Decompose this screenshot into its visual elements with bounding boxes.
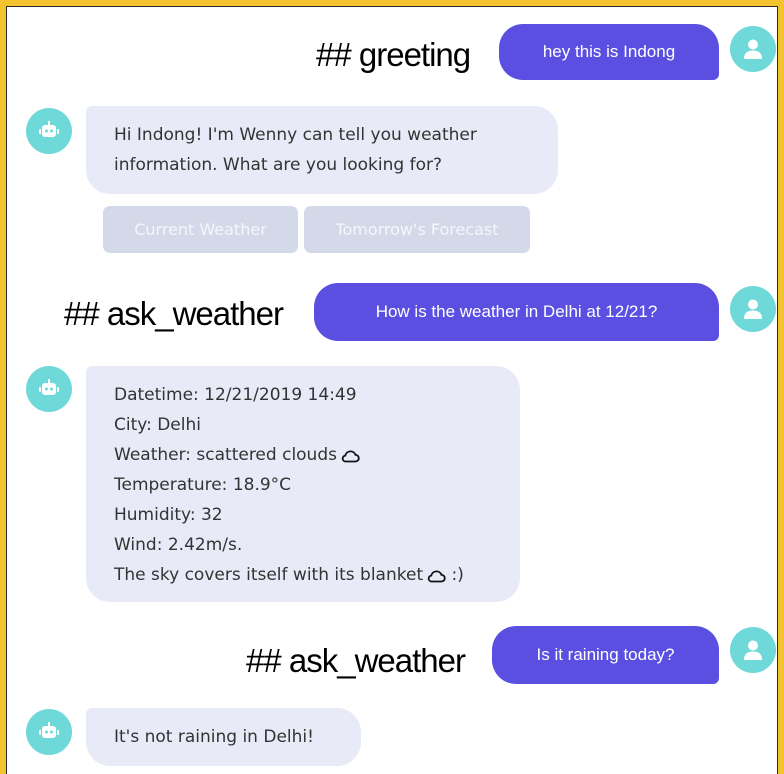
user-message-bubble: How is the weather in Delhi at 12/21?: [314, 283, 719, 341]
user-silhouette-icon: [744, 39, 762, 59]
weather-humidity: Humidity: 32: [114, 505, 223, 525]
quick-reply-tomorrows-forecast[interactable]: Tomorrow's Forecast: [304, 206, 530, 253]
user-silhouette-icon: [744, 299, 762, 319]
user-avatar: [730, 26, 776, 72]
chat-window: ## greeting hey this is Indong Hi Indong…: [0, 0, 784, 774]
robot-icon: [39, 722, 59, 738]
bot-avatar: [26, 108, 72, 154]
weather-temperature: Temperature: 18.9°C: [114, 475, 292, 495]
bot-message-line: Hi Indong! I'm Wenny can tell you weathe…: [114, 125, 477, 145]
user-avatar: [730, 286, 776, 332]
sky-remark-text: The sky covers itself with its blanket: [114, 565, 424, 585]
cloud-icon: [341, 450, 360, 463]
bot-avatar: [26, 366, 72, 412]
robot-icon: [39, 379, 59, 395]
intent-annotation-greeting: ## greeting: [316, 36, 471, 73]
user-message-bubble: Is it raining today?: [492, 626, 719, 684]
robot-icon: [39, 121, 59, 137]
quick-reply-current-weather[interactable]: Current Weather: [103, 206, 298, 253]
cloud-icon: [427, 570, 446, 583]
bot-avatar: [26, 709, 72, 755]
sky-remark-smiley: :): [446, 565, 464, 585]
weather-sky-remark: The sky covers itself with its blanket :…: [114, 560, 492, 590]
weather-datetime: Datetime: 12/21/2019 14:49: [114, 385, 357, 405]
bot-message-line: information. What are you looking for?: [114, 155, 442, 175]
weather-report-bubble: Datetime: 12/21/2019 14:49 City: Delhi W…: [86, 366, 520, 602]
bot-message-bubble: Hi Indong! I'm Wenny can tell you weathe…: [86, 106, 558, 194]
weather-condition: Weather: scattered clouds: [114, 440, 492, 470]
weather-condition-text: Weather: scattered clouds: [114, 445, 337, 465]
weather-city: City: Delhi: [114, 415, 201, 435]
user-message-bubble: hey this is Indong: [499, 24, 719, 80]
bot-message-line: It's not raining in Delhi!: [114, 727, 314, 747]
user-silhouette-icon: [744, 640, 762, 660]
weather-wind: Wind: 2.42m/s.: [114, 535, 243, 555]
intent-annotation-ask-weather: ## ask_weather: [246, 642, 466, 679]
user-avatar: [730, 627, 776, 673]
bot-message-bubble: It's not raining in Delhi!: [86, 708, 361, 766]
intent-annotation-ask-weather: ## ask_weather: [64, 295, 284, 332]
